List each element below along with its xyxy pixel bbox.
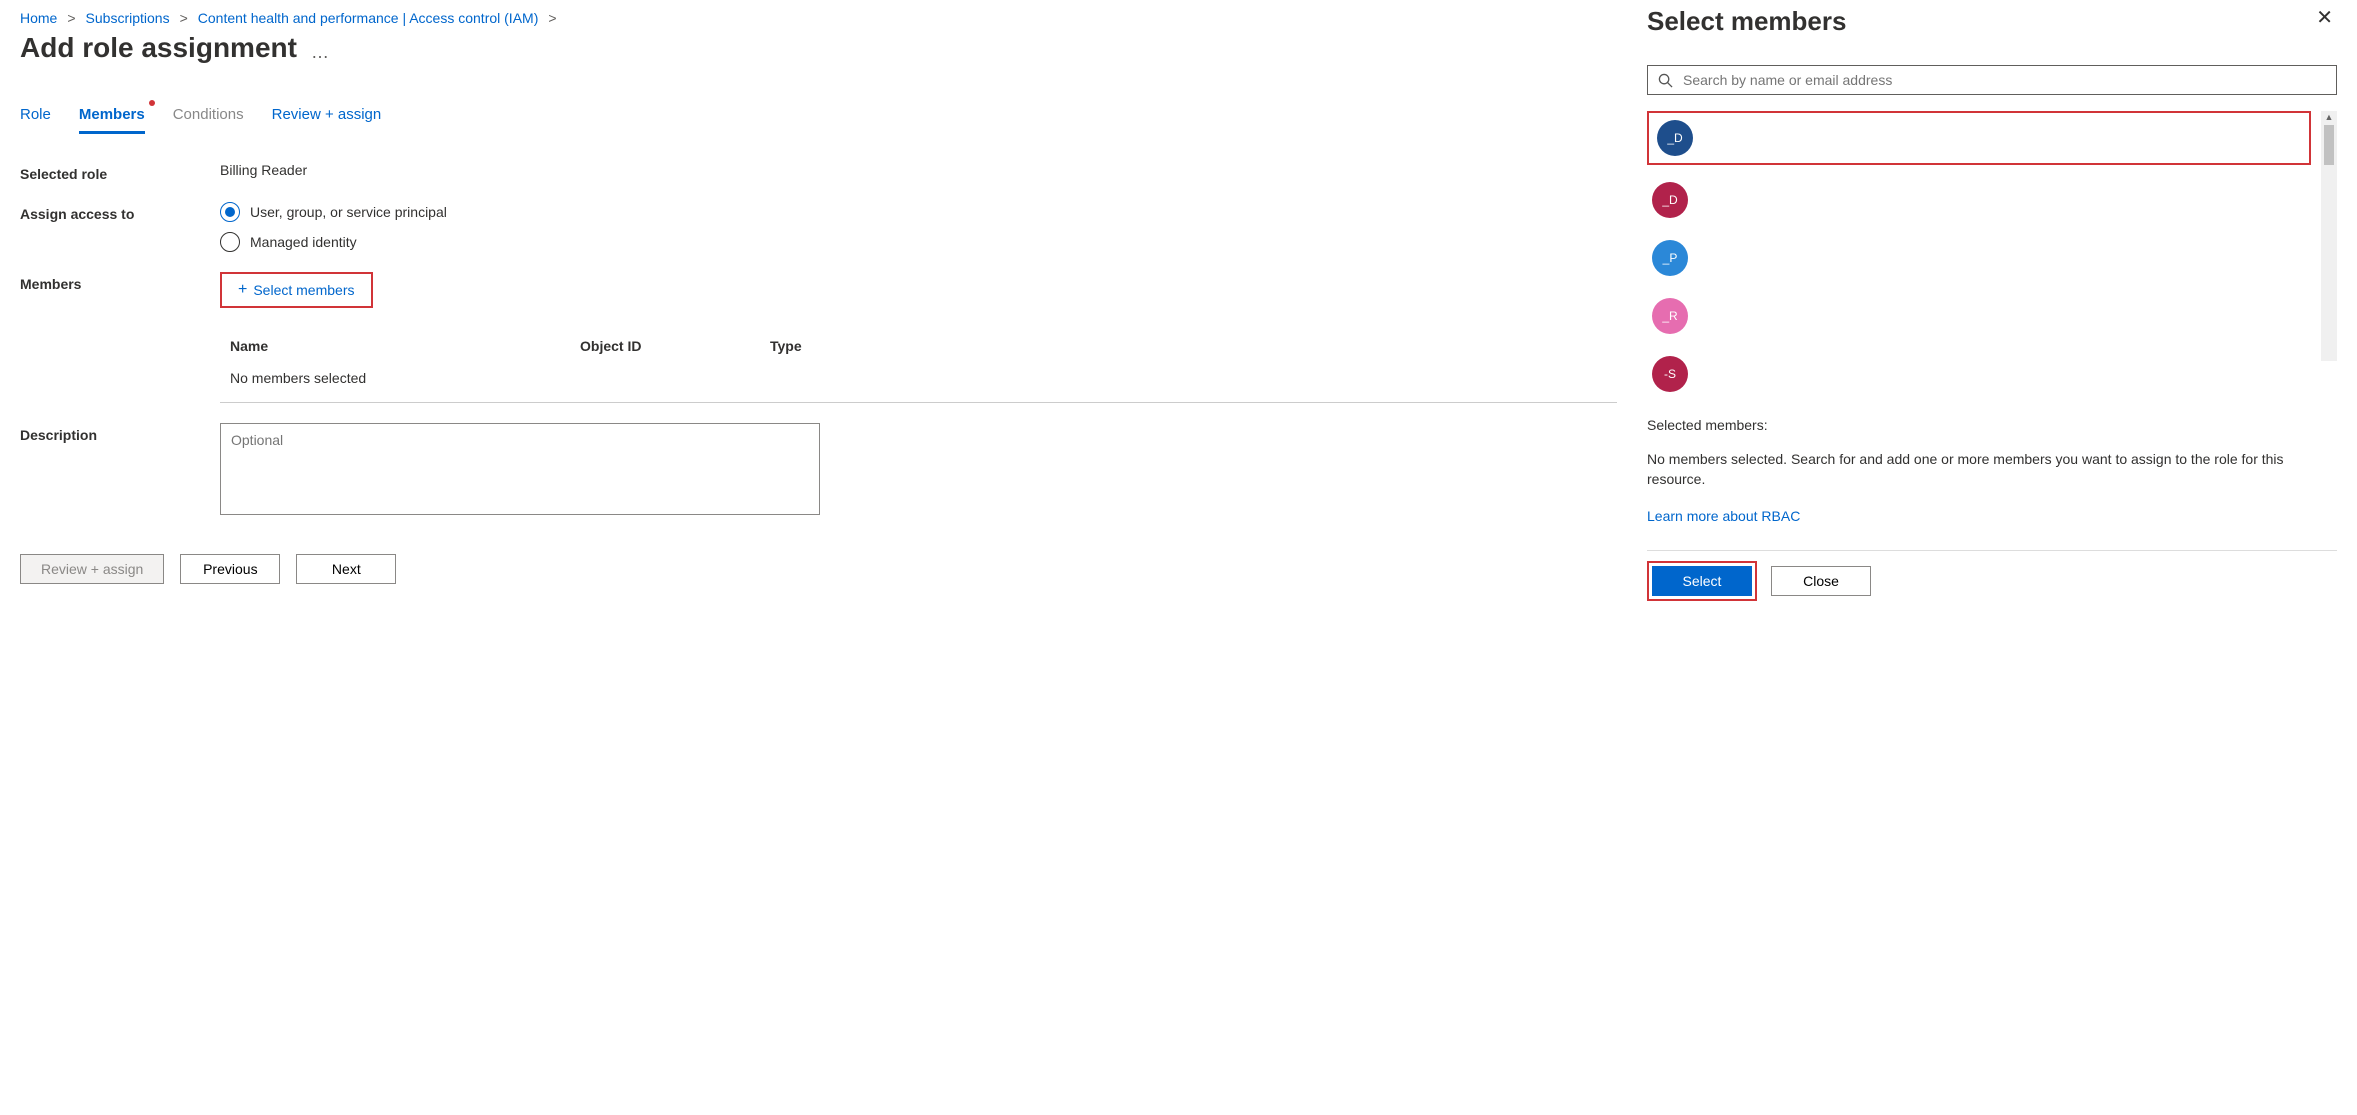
tab-members[interactable]: Members [79, 102, 145, 134]
select-button[interactable]: Select [1652, 566, 1752, 596]
avatar: _D [1657, 120, 1693, 156]
scroll-up-icon[interactable]: ▲ [2325, 111, 2334, 123]
members-label: Members [20, 272, 220, 403]
scroll-thumb[interactable] [2324, 125, 2334, 165]
select-members-panel: Select members ✕ _D _D _P _R -S [1637, 0, 2357, 1115]
selected-role-label: Selected role [20, 162, 220, 182]
description-input[interactable] [220, 423, 820, 515]
col-header-object-id: Object ID [580, 338, 730, 354]
chevron-right-icon: > [67, 10, 75, 26]
member-list: _D _D _P _R -S [1647, 111, 2313, 397]
members-table: Name Object ID Type No members selected [220, 332, 1617, 403]
member-item-4[interactable]: -S [1647, 351, 2313, 397]
search-icon [1658, 73, 1673, 88]
member-list-scroll: _D _D _P _R -S ▲ [1647, 111, 2337, 397]
tab-role[interactable]: Role [20, 102, 51, 134]
panel-title: Select members [1647, 6, 1846, 37]
search-field[interactable] [1647, 65, 2337, 95]
close-icon[interactable]: ✕ [2312, 6, 2337, 30]
avatar: -S [1652, 356, 1688, 392]
col-header-type: Type [770, 338, 1607, 354]
select-button-highlight: Select [1647, 561, 1757, 601]
avatar: _R [1652, 298, 1688, 334]
radio-checked-icon [220, 202, 240, 222]
member-item-2[interactable]: _P [1647, 235, 2313, 281]
select-members-link[interactable]: + Select members [220, 272, 373, 308]
radio-unchecked-icon [220, 232, 240, 252]
page-title: Add role assignment [20, 32, 297, 64]
learn-more-rbac-link[interactable]: Learn more about RBAC [1647, 508, 2337, 524]
tab-members-label: Members [79, 106, 145, 123]
previous-button[interactable]: Previous [180, 554, 280, 584]
plus-icon: + [238, 282, 247, 298]
more-icon[interactable]: … [311, 42, 329, 73]
selected-members-description: No members selected. Search for and add … [1647, 449, 2337, 490]
divider [1647, 550, 2337, 551]
selected-role-value: Billing Reader [220, 162, 1617, 182]
member-item-3[interactable]: _R [1647, 293, 2313, 339]
members-table-empty: No members selected [220, 360, 1617, 403]
breadcrumb-subscriptions[interactable]: Subscriptions [86, 10, 170, 26]
description-label: Description [20, 423, 220, 518]
breadcrumb-home[interactable]: Home [20, 10, 57, 26]
selected-members-label: Selected members: [1647, 417, 2337, 433]
close-button[interactable]: Close [1771, 566, 1871, 596]
breadcrumb: Home > Subscriptions > Content health an… [20, 10, 1617, 26]
assign-access-radio-group: User, group, or service principal Manage… [220, 202, 1617, 252]
radio-label: User, group, or service principal [250, 204, 447, 220]
chevron-right-icon: > [180, 10, 188, 26]
member-item-0[interactable]: _D [1647, 111, 2311, 165]
review-assign-button: Review + assign [20, 554, 164, 584]
status-dot-icon [149, 100, 155, 106]
radio-managed-identity[interactable]: Managed identity [220, 232, 1617, 252]
chevron-right-icon: > [548, 10, 556, 26]
next-button[interactable]: Next [296, 554, 396, 584]
radio-label: Managed identity [250, 234, 357, 250]
col-header-name: Name [230, 338, 540, 354]
breadcrumb-iam[interactable]: Content health and performance | Access … [198, 10, 539, 26]
tab-conditions: Conditions [173, 102, 244, 134]
select-members-link-text: Select members [253, 282, 354, 298]
assign-access-label: Assign access to [20, 202, 220, 252]
main-panel: Home > Subscriptions > Content health an… [0, 0, 1637, 1115]
scrollbar[interactable]: ▲ [2321, 111, 2337, 361]
avatar: _P [1652, 240, 1688, 276]
tabs: Role Members Conditions Review + assign [20, 102, 1617, 134]
radio-user-group-sp[interactable]: User, group, or service principal [220, 202, 1617, 222]
avatar: _D [1652, 182, 1688, 218]
member-item-1[interactable]: _D [1647, 177, 2313, 223]
search-input[interactable] [1681, 71, 2326, 89]
panel-actions: Select Close [1647, 561, 2337, 601]
tab-review-assign[interactable]: Review + assign [272, 102, 382, 134]
footer-buttons: Review + assign Previous Next [20, 554, 1617, 584]
